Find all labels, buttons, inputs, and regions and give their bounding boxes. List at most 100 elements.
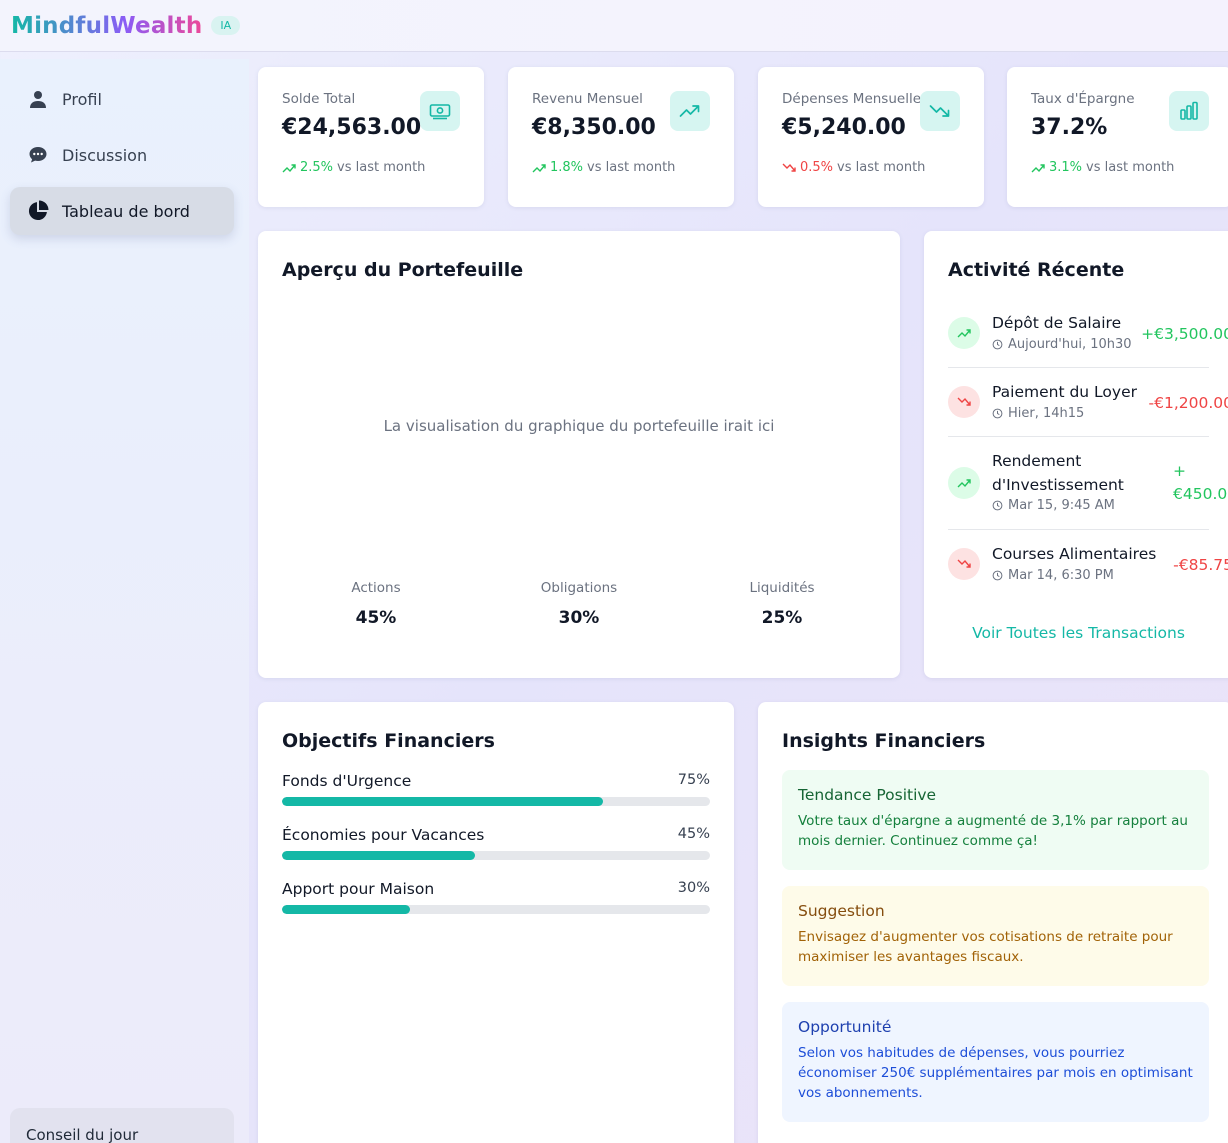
insight-text: Envisagez d'augmenter vos cotisations de… (798, 929, 1173, 965)
insight-opportunity: Opportunité Selon vos habitudes de dépen… (782, 1002, 1209, 1122)
sidebar-item-label: Discussion (62, 145, 148, 165)
goal-label: Apport pour Maison (282, 880, 435, 898)
user-icon (26, 87, 50, 111)
trend-up-icon (532, 163, 546, 172)
stat-card-solde-total: Solde Total €24,563.00 2.5% vs last mont… (258, 67, 484, 207)
activity-item-title: Rendement d'Investissement (992, 449, 1124, 497)
goal-progress-fill (282, 797, 603, 806)
stat-card-taux-epargne: Taux d'Épargne 37.2% 3.1% vs last month (1007, 67, 1228, 207)
financial-insights-card: Insights Financiers Tendance Positive Vo… (758, 702, 1228, 1143)
sidebar-item-profil[interactable]: Profil (10, 75, 234, 123)
portfolio-overview-card: Aperçu du Portefeuille La visualisation … (258, 231, 900, 678)
goal-item: Économies pour Vacances 45% (282, 826, 710, 860)
activity-item[interactable]: Dépôt de Salaire Aujourd'hui, 10h30 +€3,… (948, 313, 1228, 363)
goal-percent: 30% (677, 880, 710, 896)
allocation-label: Liquidités (749, 580, 815, 596)
portfolio-title: Aperçu du Portefeuille (282, 259, 524, 281)
activity-item-time: Mar 14, 6:30 PM (992, 568, 1114, 583)
goal-progress-bar (282, 905, 710, 914)
insight-text: Votre taux d'épargne a augmenté de 3,1% … (798, 813, 1188, 849)
stat-change-suffix: vs last month (337, 160, 426, 175)
insight-positive-trend: Tendance Positive Votre taux d'épargne a… (782, 770, 1209, 870)
activity-item-time: Hier, 14h15 (992, 406, 1084, 421)
activity-item-amount: + €450.00 (1173, 460, 1228, 506)
activity-item-amount: -€1,200.00 (1148, 394, 1228, 412)
sidebar-item-label: Tableau de bord (62, 201, 190, 221)
insights-title: Insights Financiers (782, 730, 986, 752)
allocation-actions: Actions 45% (286, 580, 466, 628)
activity-item-time: Mar 15, 9:45 AM (992, 498, 1115, 513)
allocation-label: Obligations (540, 580, 618, 596)
pie-chart-icon (26, 199, 50, 223)
goals-title: Objectifs Financiers (282, 730, 495, 752)
stat-change-suffix: vs last month (587, 160, 676, 175)
goal-progress-bar (282, 851, 710, 860)
insight-suggestion: Suggestion Envisagez d'augmenter vos cot… (782, 886, 1209, 986)
trend-down-icon (782, 163, 796, 172)
trend-up-icon (948, 467, 980, 499)
activity-item-title: Paiement du Loyer (992, 383, 1137, 401)
sidebar-item-label: Profil (62, 89, 102, 109)
activity-item-title: Dépôt de Salaire (992, 314, 1122, 332)
activity-time-text: Mar 15, 9:45 AM (1008, 498, 1115, 513)
insight-text: Selon vos habitudes de dépenses, vous po… (798, 1045, 1193, 1101)
stat-change-value: 1.8% (550, 160, 584, 175)
allocation-liquidites: Liquidités 25% (692, 580, 872, 628)
view-all-transactions-link[interactable]: Voir Toutes les Transactions (948, 624, 1209, 642)
sidebar-item-discussion[interactable]: Discussion (10, 131, 234, 179)
app-header: MindfulWealth IA (0, 0, 1228, 52)
activity-item[interactable]: Courses Alimentaires Mar 14, 6:30 PM -€8… (948, 544, 1228, 594)
banknote-icon (420, 91, 460, 131)
stat-change-value: 3.1% (1049, 160, 1083, 175)
divider (948, 436, 1209, 437)
clock-icon (992, 339, 1003, 350)
tip-of-the-day: Conseil du jour (10, 1108, 234, 1143)
goal-progress-fill (282, 851, 475, 860)
goal-item: Fonds d'Urgence 75% (282, 772, 710, 806)
activity-title-line: Rendement (992, 452, 1082, 470)
sidebar-item-tableau-de-bord[interactable]: Tableau de bord (10, 187, 234, 235)
goal-item: Apport pour Maison 30% (282, 880, 710, 914)
allocation-value: 25% (761, 608, 803, 628)
trend-up-icon (282, 163, 296, 172)
goal-percent: 45% (677, 826, 710, 842)
stat-change-value: 2.5% (300, 160, 334, 175)
stat-change: 3.1% vs last month (1031, 160, 1209, 175)
goal-progress-fill (282, 905, 411, 914)
activity-item-time: Aujourd'hui, 10h30 (992, 337, 1132, 352)
allocation-label: Actions (351, 580, 401, 596)
clock-icon (992, 500, 1003, 511)
goal-label: Fonds d'Urgence (282, 772, 412, 790)
insight-title: Opportunité (798, 1018, 892, 1036)
ia-badge: IA (211, 16, 241, 35)
stat-change-suffix: vs last month (1086, 160, 1175, 175)
stat-card-revenu-mensuel: Revenu Mensuel €8,350.00 1.8% vs last mo… (508, 67, 734, 207)
trending-up-icon (670, 91, 710, 131)
stat-change: 0.5% vs last month (782, 160, 960, 175)
activity-item-amount: -€85.75 (1173, 556, 1228, 574)
sidebar: Profil Discussion Tableau de bord Consei… (0, 59, 249, 1143)
trend-up-icon (948, 317, 980, 349)
activity-item-amount: +€3,500.00 (1141, 325, 1228, 343)
activity-time-text: Mar 14, 6:30 PM (1008, 568, 1114, 583)
financial-goals-card: Objectifs Financiers Fonds d'Urgence 75%… (258, 702, 734, 1143)
activity-item[interactable]: Rendement d'Investissement Mar 15, 9:45 … (948, 449, 1228, 521)
goal-percent: 75% (677, 772, 710, 788)
stat-change-value: 0.5% (800, 160, 834, 175)
divider (948, 367, 1209, 368)
trend-down-icon (948, 548, 980, 580)
trend-down-icon (948, 386, 980, 418)
activity-item-title: Courses Alimentaires (992, 545, 1157, 563)
trending-down-icon (920, 91, 960, 131)
portfolio-chart-placeholder: La visualisation du graphique du portefe… (383, 417, 775, 435)
activity-title-line: d'Investissement (992, 476, 1124, 494)
app-logo[interactable]: MindfulWealth (11, 13, 202, 39)
activity-item[interactable]: Paiement du Loyer Hier, 14h15 -€1,200.00 (948, 382, 1228, 432)
allocation-value: 30% (558, 608, 600, 628)
allocation-obligations: Obligations 30% (489, 580, 669, 628)
insight-title: Tendance Positive (798, 786, 937, 804)
activity-title: Activité Récente (948, 259, 1125, 281)
goal-label: Économies pour Vacances (282, 826, 485, 844)
chat-icon (26, 143, 50, 167)
stat-change: 2.5% vs last month (282, 160, 460, 175)
